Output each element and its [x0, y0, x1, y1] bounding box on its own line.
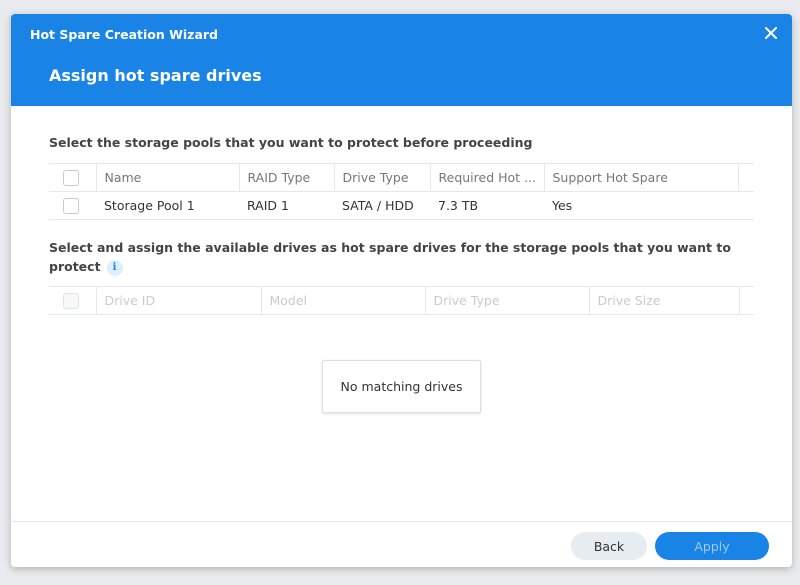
column-header-spacer — [737, 163, 754, 192]
column-header-name[interactable]: Name — [95, 163, 239, 192]
select-all-pools-cell[interactable] — [49, 164, 96, 192]
column-header-raid-type[interactable]: RAID Type — [238, 163, 334, 192]
back-button[interactable]: Back — [571, 532, 647, 560]
window-title: Hot Spare Creation Wizard — [30, 27, 219, 42]
row-spacer — [738, 192, 754, 220]
column-header-drive-type: Drive Type — [424, 286, 589, 315]
column-header-support-hot-spare[interactable]: Support Hot Spare — [543, 163, 738, 192]
step-title: Assign hot spare drives — [49, 66, 262, 85]
pool-support-hot-spare: Yes — [552, 198, 573, 213]
drives-section-title-line2-wrap: protect i — [49, 257, 739, 276]
table-row[interactable]: Storage Pool 1 RAID 1 SATA / HDD 7.3 TB … — [49, 192, 754, 220]
select-all-drives-cell — [49, 287, 96, 315]
dialog-header: Hot Spare Creation Wizard Assign hot spa… — [11, 14, 792, 106]
drives-section-title-line2: protect — [49, 259, 101, 274]
column-header-drive-size: Drive Size — [588, 286, 739, 315]
column-header-drive-id: Drive ID — [95, 286, 261, 315]
select-all-pools-checkbox[interactable] — [63, 169, 79, 186]
dialog-footer: Back Apply — [11, 521, 792, 567]
table-header-row: Name RAID Type Drive Type Required Hot .… — [49, 163, 754, 192]
drives-section-title: Select and assign the available drives a… — [49, 238, 739, 276]
column-header-spacer — [738, 286, 754, 315]
column-header-required-hot[interactable]: Required Hot ... — [429, 163, 544, 192]
pool-required-hot: 7.3 TB — [438, 198, 479, 213]
empty-state-message: No matching drives — [322, 360, 481, 413]
pools-section-title: Select the storage pools that you want t… — [49, 135, 533, 150]
apply-button[interactable]: Apply — [655, 532, 769, 560]
info-icon[interactable]: i — [106, 259, 123, 276]
hot-spare-wizard-dialog: Hot Spare Creation Wizard Assign hot spa… — [11, 14, 792, 567]
storage-pools-table: Name RAID Type Drive Type Required Hot .… — [49, 163, 754, 220]
drives-section-title-line1: Select and assign the available drives a… — [49, 240, 731, 255]
table-header-row: Drive ID Model Drive Type Drive Size — [49, 286, 754, 315]
available-drives-table: Drive ID Model Drive Type Drive Size — [49, 286, 754, 315]
close-button[interactable] — [760, 22, 782, 44]
pool-raid-type: RAID 1 — [247, 198, 289, 213]
select-all-drives-checkbox — [63, 292, 79, 309]
storage-pool-1-checkbox[interactable] — [63, 197, 79, 214]
pool-name: Storage Pool 1 — [104, 198, 195, 213]
column-header-drive-type[interactable]: Drive Type — [333, 163, 430, 192]
pool-drive-type: SATA / HDD — [342, 198, 414, 213]
column-header-model: Model — [260, 286, 425, 315]
row-select-cell[interactable] — [49, 192, 96, 220]
close-icon — [765, 27, 777, 39]
